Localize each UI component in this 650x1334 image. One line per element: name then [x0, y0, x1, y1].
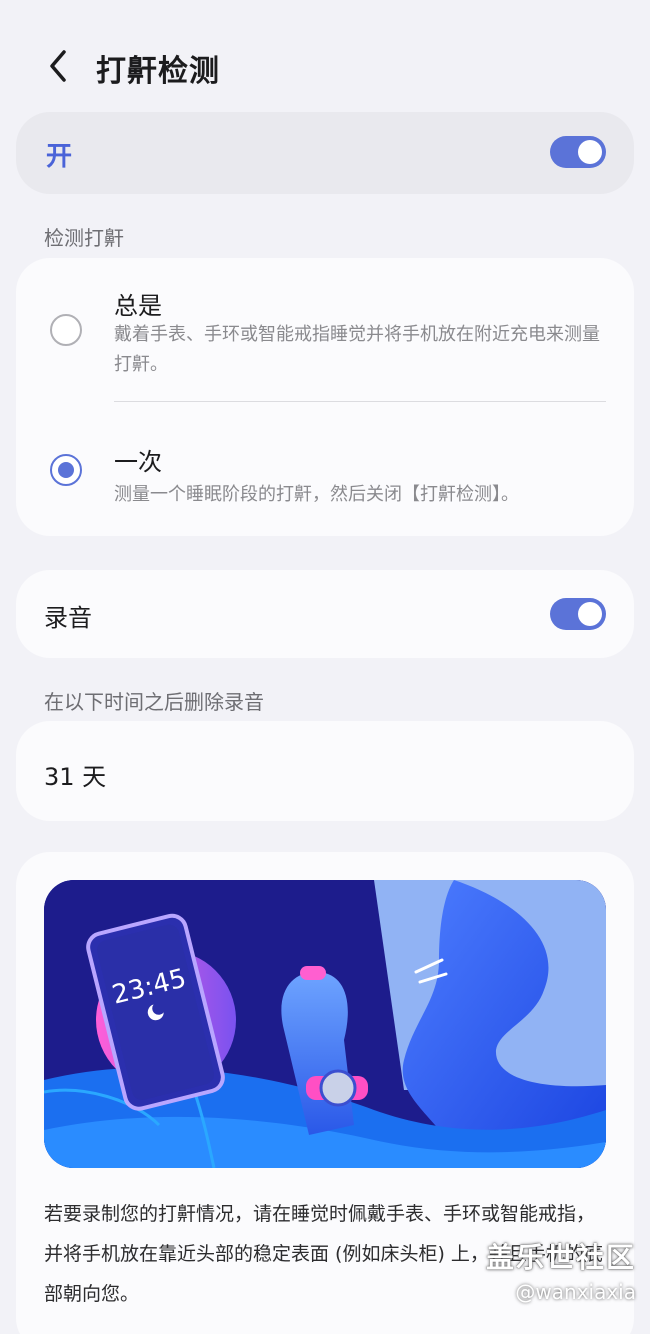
recording-label: 录音 [44, 604, 92, 632]
watermark: 盖乐世社区 @wanxiaxia [486, 1236, 636, 1304]
toggle-knob [578, 602, 602, 626]
master-toggle[interactable] [550, 136, 606, 168]
delete-after-row[interactable]: 31 天 [16, 721, 634, 821]
option-always-title: 总是 [114, 292, 162, 320]
page-title: 打鼾检测 [96, 54, 220, 89]
option-always-description: 戴着手表、手环或智能戒指睡觉并将手机放在附近充电来测量打鼾。 [114, 324, 600, 375]
delete-after-value: 31 天 [44, 763, 107, 791]
option-once-title: 一次 [114, 448, 162, 476]
header: 打鼾检测 [0, 0, 650, 130]
illustration-svg: 23:45 [44, 880, 606, 1168]
detect-mode-card: 总是 戴着手表、手环或智能戒指睡觉并将手机放在附近充电来测量打鼾。 一次 测量一… [16, 258, 634, 536]
detect-section-label: 检测打鼾 [44, 226, 124, 250]
radio-once[interactable] [50, 454, 82, 486]
watermark-sub: @wanxiaxia [515, 1280, 636, 1304]
watermark-main: 盖乐世社区 [485, 1241, 636, 1274]
master-switch-label: 开 [46, 142, 73, 172]
radio-always[interactable] [50, 314, 82, 346]
master-switch-row[interactable]: 开 [16, 112, 634, 194]
divider [114, 401, 606, 402]
recording-toggle[interactable] [550, 598, 606, 630]
back-button[interactable] [38, 44, 78, 88]
recording-row[interactable]: 录音 [16, 570, 634, 658]
delete-after-label: 在以下时间之后删除录音 [44, 690, 264, 714]
snore-illustration: 23:45 [44, 880, 606, 1168]
chevron-left-icon [50, 50, 66, 82]
option-once-description: 测量一个睡眠阶段的打鼾，然后关闭【打鼾检测】。 [114, 484, 519, 505]
toggle-knob [578, 140, 602, 164]
